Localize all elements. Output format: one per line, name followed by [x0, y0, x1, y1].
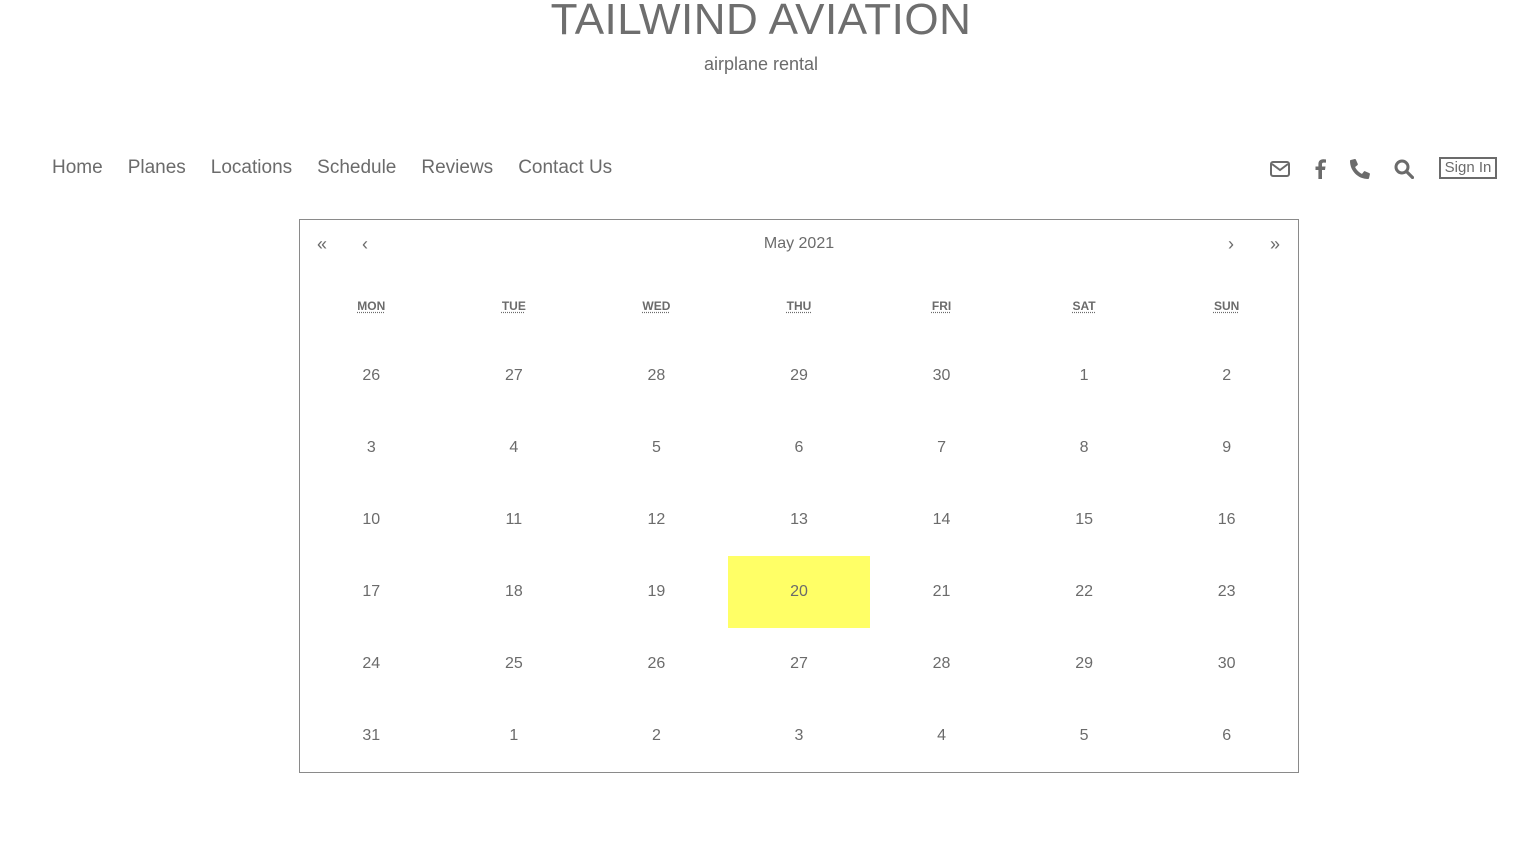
weekday-label: MON [300, 298, 443, 314]
facebook-icon[interactable] [1308, 156, 1332, 182]
calendar-day[interactable]: 17 [300, 556, 443, 628]
calendar-day[interactable]: 31 [300, 700, 443, 772]
calendar-day[interactable]: 29 [728, 340, 871, 412]
weekday-label: SUN [1155, 298, 1298, 314]
calendar-day[interactable]: 29 [1013, 628, 1156, 700]
calendar-day[interactable]: 4 [443, 412, 586, 484]
calendar-day[interactable]: 2 [585, 700, 728, 772]
nav-item-reviews[interactable]: Reviews [421, 155, 493, 181]
calendar-day[interactable]: 5 [585, 412, 728, 484]
calendar-day[interactable]: 7 [870, 412, 1013, 484]
calendar-day[interactable]: 14 [870, 484, 1013, 556]
calendar-day[interactable]: 16 [1155, 484, 1298, 556]
calendar-day[interactable]: 5 [1013, 700, 1156, 772]
nav-item-planes[interactable]: Planes [128, 155, 186, 181]
calendar-day[interactable]: 9 [1155, 412, 1298, 484]
nav-item-schedule[interactable]: Schedule [317, 155, 396, 181]
weekday-header: MON TUE WED THU FRI SAT SUN [300, 298, 1298, 314]
calendar-day[interactable]: 30 [1155, 628, 1298, 700]
nav-item-home[interactable]: Home [52, 155, 103, 181]
site-subtitle: airplane rental [0, 52, 1518, 76]
calendar-day[interactable]: 22 [1013, 556, 1156, 628]
weekday-label: THU [728, 298, 871, 314]
calendar-day[interactable]: 27 [728, 628, 871, 700]
calendar-day[interactable]: 19 [585, 556, 728, 628]
calendar-day[interactable]: 4 [870, 700, 1013, 772]
next-year-button[interactable]: » [1270, 232, 1280, 256]
site-title: TAILWIND AVIATION [0, 0, 1518, 50]
calendar-day[interactable]: 12 [585, 484, 728, 556]
calendar-day[interactable]: 24 [300, 628, 443, 700]
nav-item-locations[interactable]: Locations [211, 155, 292, 181]
calendar-day[interactable]: 13 [728, 484, 871, 556]
weekday-label: WED [585, 298, 728, 314]
calendar-day[interactable]: 30 [870, 340, 1013, 412]
calendar-day[interactable]: 10 [300, 484, 443, 556]
sign-in-button[interactable]: Sign In [1439, 157, 1497, 179]
calendar-day[interactable]: 26 [300, 340, 443, 412]
phone-icon[interactable] [1348, 156, 1372, 182]
calendar-day[interactable]: 28 [585, 340, 728, 412]
calendar-day[interactable]: 1 [1013, 340, 1156, 412]
calendar-day[interactable]: 18 [443, 556, 586, 628]
calendar-day[interactable]: 26 [585, 628, 728, 700]
calendar-day-today[interactable]: 20 [728, 556, 871, 628]
calendar-day[interactable]: 25 [443, 628, 586, 700]
weekday-label: SAT [1013, 298, 1156, 314]
calendar-day[interactable]: 3 [728, 700, 871, 772]
calendar-day[interactable]: 11 [443, 484, 586, 556]
calendar-day[interactable]: 27 [443, 340, 586, 412]
calendar-day[interactable]: 8 [1013, 412, 1156, 484]
weekday-label: FRI [870, 298, 1013, 314]
calendar-day[interactable]: 6 [728, 412, 871, 484]
next-month-button[interactable]: › [1228, 232, 1234, 256]
calendar-title[interactable]: May 2021 [300, 233, 1298, 255]
weekday-label: TUE [443, 298, 586, 314]
calendar-day[interactable]: 15 [1013, 484, 1156, 556]
calendar-day[interactable]: 2 [1155, 340, 1298, 412]
calendar-day[interactable]: 3 [300, 412, 443, 484]
calendar-day[interactable]: 28 [870, 628, 1013, 700]
envelope-icon[interactable] [1268, 156, 1292, 182]
calendar-day[interactable]: 23 [1155, 556, 1298, 628]
nav-item-contact-us[interactable]: Contact Us [518, 155, 612, 181]
calendar-day[interactable]: 21 [870, 556, 1013, 628]
main-nav: Home Planes Locations Schedule Reviews C… [52, 155, 637, 181]
search-icon[interactable] [1392, 156, 1416, 182]
calendar-days-grid: 26 27 28 29 30 1 2 3 4 5 6 7 8 9 10 11 12 13 14 15 16 17 18 19 2… [300, 340, 1298, 772]
calendar-day[interactable]: 1 [443, 700, 586, 772]
calendar-day[interactable]: 6 [1155, 700, 1298, 772]
calendar: « ‹ May 2021 › » MON TUE WED THU FRI SAT… [299, 219, 1299, 773]
